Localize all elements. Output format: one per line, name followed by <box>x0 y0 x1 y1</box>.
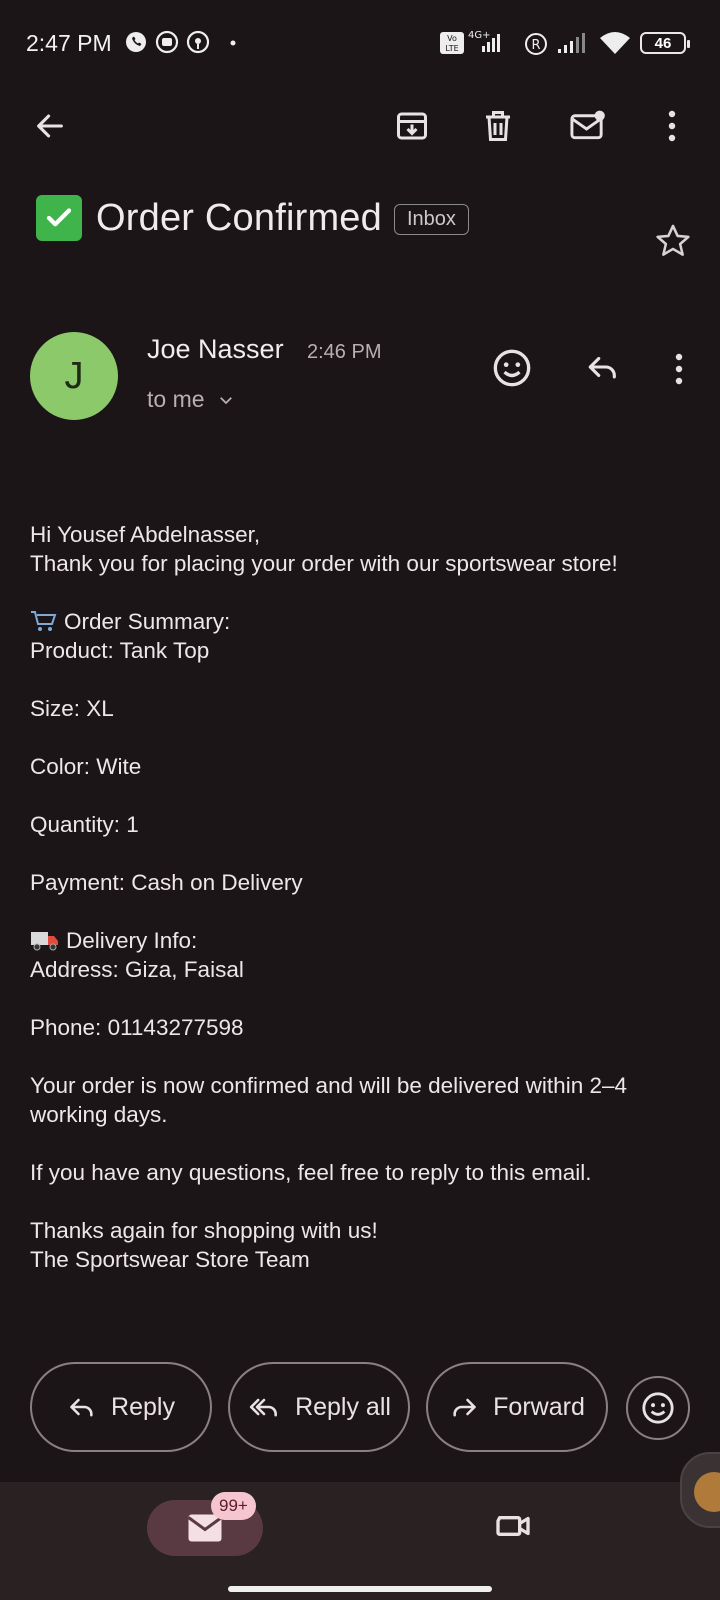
phone-line[interactable]: Phone: 01143277598 <box>30 1013 700 1042</box>
address-line: Address: Giza, Faisal <box>30 957 244 982</box>
check-mark-emoji-icon <box>36 195 82 241</box>
svg-text:LTE: LTE <box>445 44 458 53</box>
battery-indicator: 46 <box>640 32 690 54</box>
back-arrow-icon <box>37 114 63 138</box>
questions-line: If you have any questions, feel free to … <box>30 1160 592 1185</box>
delivery-truck-emoji-icon <box>30 928 60 952</box>
call-icon <box>124 30 148 54</box>
video-camera-icon <box>496 1516 530 1536</box>
chevron-down-icon <box>219 396 232 404</box>
avatar[interactable]: J <box>30 332 118 420</box>
reply-label: Reply <box>111 1392 175 1421</box>
svg-text:R: R <box>531 38 540 53</box>
quantity-line: Quantity: 1 <box>30 812 139 837</box>
recipient-details-toggle[interactable]: to me <box>147 386 235 413</box>
mark-unread-icon <box>570 110 605 140</box>
sender-name: Joe Nasser <box>147 334 284 364</box>
wifi-icon <box>598 30 632 56</box>
reply-button[interactable] <box>584 350 622 384</box>
reply-all-label: Reply all <box>295 1392 391 1421</box>
delete-icon <box>486 111 510 141</box>
floating-app-icon <box>694 1472 720 1512</box>
more-vert-icon <box>668 110 676 142</box>
status-time: 2:47 PM <box>26 30 112 56</box>
emoji-react-icon <box>642 1392 674 1424</box>
more-options-button[interactable] <box>646 100 698 152</box>
delivery-heading: Delivery Info: <box>66 928 198 953</box>
shopping-cart-emoji-icon <box>30 609 58 633</box>
inbox-label-chip[interactable]: Inbox <box>393 203 469 235</box>
color-line: Color: Wite <box>30 754 142 779</box>
mark-unread-button[interactable] <box>562 100 614 152</box>
unread-count-badge: 99+ <box>211 1492 256 1520</box>
reply-icon <box>70 1398 93 1417</box>
summary-heading: Order Summary: <box>64 609 231 634</box>
emoji-reaction-button[interactable] <box>626 1376 690 1440</box>
signal-4g-icon: 4G+ <box>468 28 508 56</box>
roaming-icon: R <box>524 32 548 56</box>
delete-button[interactable] <box>472 100 524 152</box>
back-button[interactable] <box>24 100 76 152</box>
reply-action-button[interactable]: Reply <box>30 1362 212 1452</box>
archive-button[interactable] <box>386 100 438 152</box>
thanks-line: Thank you for placing your order with ou… <box>30 551 618 576</box>
archive-icon <box>397 112 427 140</box>
payment-line: Payment: Cash on Delivery <box>30 870 303 895</box>
confirmation-line: Your order is now confirmed and will be … <box>30 1073 627 1127</box>
message-body: Hi Yousef Abdelnasser, Thank you for pla… <box>30 520 700 1274</box>
message-more-button[interactable] <box>674 352 684 386</box>
podcast-icon <box>186 30 210 54</box>
forward-label: Forward <box>493 1392 585 1421</box>
emoji-react-button[interactable] <box>492 348 532 388</box>
status-bar: 2:47 PM Vo LTE 4G+ R 46 <box>0 0 720 90</box>
summary-heading-line: Order Summary: <box>30 607 700 636</box>
closing-line: Thanks again for shopping with us! <box>30 1218 378 1243</box>
dot-icon <box>230 40 236 46</box>
floating-bubble[interactable] <box>680 1452 720 1528</box>
more-vert-icon <box>675 353 683 385</box>
star-button[interactable] <box>654 222 692 260</box>
delivery-heading-line: Delivery Info: <box>30 926 700 955</box>
home-indicator[interactable] <box>228 1586 492 1592</box>
svg-text:Vo: Vo <box>447 34 457 43</box>
svg-text:4G+: 4G+ <box>468 30 491 41</box>
volte-icon: Vo LTE <box>440 32 464 54</box>
app-notification-icon <box>155 30 179 54</box>
signature-line: The Sportswear Store Team <box>30 1247 310 1272</box>
emoji-react-icon <box>493 349 531 387</box>
forward-icon <box>453 1398 476 1417</box>
sent-time: 2:46 PM <box>307 341 382 363</box>
recipient-label: to me <box>147 386 205 412</box>
bottom-navigation: 99+ <box>0 1482 720 1600</box>
reply-icon <box>588 356 616 379</box>
signal-icon <box>558 32 588 54</box>
email-subject: Order Confirmed <box>96 196 382 239</box>
subject-row: Order Confirmed Inbox <box>36 195 469 241</box>
size-line: Size: XL <box>30 696 114 721</box>
reply-all-button[interactable]: Reply all <box>228 1362 410 1452</box>
meet-tab[interactable] <box>492 1506 534 1546</box>
star-icon <box>656 224 690 256</box>
product-line: Product: Tank Top <box>30 638 210 663</box>
reply-all-icon <box>249 1398 278 1417</box>
forward-button[interactable]: Forward <box>426 1362 608 1452</box>
greeting: Hi Yousef Abdelnasser, <box>30 522 261 547</box>
